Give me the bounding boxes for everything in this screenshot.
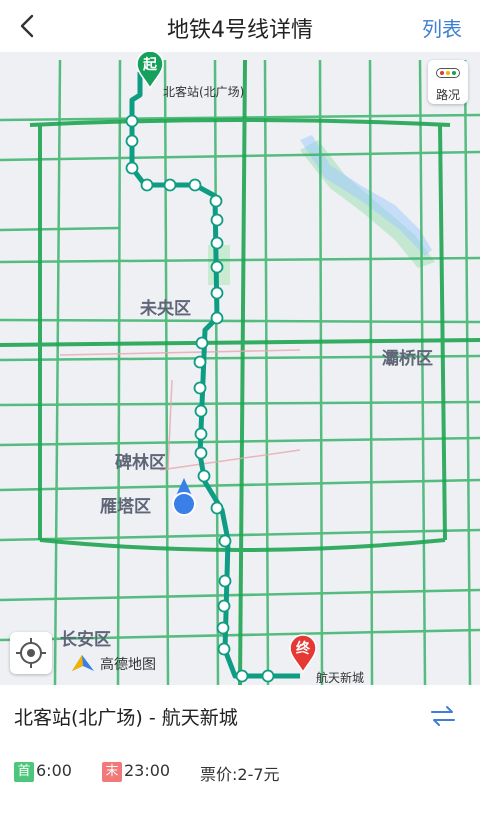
route-name: 北客站(北广场) - 航天新城 [14, 707, 238, 729]
traffic-label: 路况 [435, 88, 460, 102]
fare-text: 票价:2-7元 [200, 765, 280, 784]
end-marker[interactable]: 终 [288, 634, 318, 674]
header-bar: 地铁4号线详情 列表 [0, 0, 480, 52]
crosshair-icon [16, 638, 46, 668]
last-train: 末 23:00 [102, 761, 170, 782]
start-station-label: 北客站(北广场) [163, 85, 245, 99]
district-label: 碑林区 [115, 453, 166, 473]
locate-me-button[interactable] [10, 632, 52, 674]
start-badge: 起 [143, 57, 157, 73]
route-info-panel: 北客站(北广场) - 航天新城 首 6:00 末 23:00 票价:2-7元 [0, 685, 480, 817]
last-badge: 末 [102, 762, 122, 782]
district-label: 未央区 [140, 299, 191, 319]
page-title: 地铁4号线详情 [167, 18, 313, 43]
current-location-dot [172, 492, 196, 516]
start-marker[interactable]: 起 [135, 52, 165, 90]
district-label: 灞桥区 [382, 349, 433, 369]
last-time: 23:00 [124, 761, 171, 780]
list-button[interactable]: 列表 [422, 13, 462, 42]
first-train: 首 6:00 [14, 761, 72, 782]
first-time: 6:00 [36, 761, 72, 780]
traffic-light-icon [436, 68, 460, 78]
first-badge: 首 [14, 762, 34, 782]
end-badge: 终 [296, 641, 310, 657]
district-label: 雁塔区 [100, 497, 151, 517]
map-view[interactable]: 未央区 灞桥区 碑林区 雁塔区 长安区 北客站(北广场) 航天新城 起 终 路况 [0, 52, 480, 685]
traffic-toggle-button[interactable]: 路况 [428, 60, 468, 104]
end-station-label: 航天新城 [316, 671, 365, 685]
district-label: 长安区 [60, 630, 111, 650]
swap-direction-icon[interactable] [428, 703, 458, 729]
amap-logo-icon [72, 655, 94, 671]
amap-logo-text: 高德地图 [100, 657, 156, 673]
